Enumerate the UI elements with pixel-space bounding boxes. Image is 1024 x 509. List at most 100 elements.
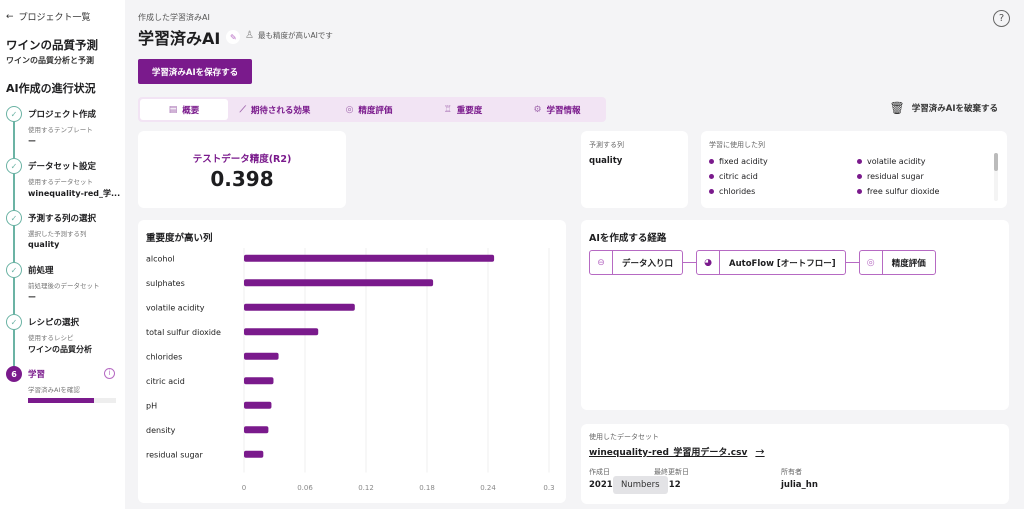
step-title: 前処理 [28,266,54,276]
step-title: データセット設定 [28,162,97,172]
page-title-text: 学習済みAI [138,29,221,48]
predict-column-card: 予測する列 quality [581,131,688,208]
check-icon: ✓ [6,314,22,330]
dataset-link[interactable]: winequality-red_学習用データ.csv → [589,445,1001,458]
route-connector [683,261,697,264]
pencil-icon[interactable]: ✎ [226,30,241,44]
route-card: AIを作成する経路 ⊖ データ入り口 ◕ AutoFlow [オートフロー] ◎ 精度… [581,220,1009,410]
entry-icon: ⊖ [590,251,613,274]
updated-date: 最終更新日 09 12 [654,467,781,490]
route-node-autoflow[interactable]: ◕ AutoFlow [オートフロー] [696,250,846,275]
step-preprocessing[interactable]: ✓ 前処理 前処理後のデータセットー [6,262,119,306]
importance-bar[interactable] [244,401,272,409]
dataset-name[interactable]: winequality-red_学習用データ.csv [589,445,747,458]
tab-label: 学習情報 [546,105,581,116]
owner-label: 所有者 [781,468,802,476]
columns-scrollbar[interactable] [994,153,998,201]
column-item: residual sugar [857,172,997,181]
project-subtitle: ワインの品質分析と予測 [6,56,94,65]
importance-bar[interactable] [244,352,279,360]
x-tick-label: 0.12 [358,484,374,492]
best-model-text: 最も精度が高いAIです [257,31,333,40]
check-icon: ✓ [6,262,22,278]
info-icon[interactable]: i [104,368,115,379]
column-name: residual sugar [867,172,924,181]
step-title: プロジェクト作成 [28,110,97,120]
updated-value: 09 12 [654,480,681,490]
category-label: volatile acidity [146,303,205,312]
step-target-column[interactable]: ✓ 予測する列の選択 選択した予測する列 quality [6,210,119,254]
route-flow: ⊖ データ入り口 ◕ AutoFlow [オートフロー] ◎ 精度評価 [589,250,1001,275]
project-title: ワインの品質予測 [6,38,98,52]
tab-bar: ▤ 概要 ⟋ 期待される効果 ◎ 精度評価 ♖ 重要度 ⚙ 学習情報 [138,97,606,122]
column-item: fixed acidity [709,157,857,166]
column-item: free sulfur dioxide [857,187,997,196]
training-columns-label: 学習に使用した列 [709,141,765,149]
bullet-icon [709,174,714,179]
category-label: citric acid [146,377,185,386]
column-item: citric acid [709,172,857,181]
x-tick-label: 0.18 [419,484,435,492]
step-title: 予測する列の選択 [28,214,97,224]
check-icon: ✓ [6,210,22,226]
column-name: volatile acidity [867,157,926,166]
dataset-label: 使用したデータセット [589,433,659,441]
tab-label: 期待される効果 [250,105,311,116]
category-label: chlorides [146,352,182,361]
arrow-right-icon: → [755,445,765,458]
tab-training-info[interactable]: ⚙ 学習情報 [510,99,604,120]
updated-label: 最終更新日 [654,468,689,476]
route-node-accuracy[interactable]: ◎ 精度評価 [858,250,936,275]
column-item: chlorides [709,187,857,196]
training-columns-card: 学習に使用した列 fixed acidity volatile acidity … [701,131,1007,208]
scrollbar-thumb[interactable] [994,153,998,171]
back-link[interactable]: ← プロジェクト一覧 [6,10,119,24]
step-label: 前処理後のデータセット [28,282,100,290]
importance-card: 重要度が高い列 0 0.06 0.12 0.18 0.24 0.3 alcohol sulph… [138,220,566,503]
step-value: winequality-red_学... [28,189,121,198]
step-recipe-selection[interactable]: ✓ レシピの選択 使用するレシピ ワインの品質分析 [6,314,119,358]
step-training[interactable]: 6 学習 学習済みAIを確認 i [6,366,119,410]
importance-bar[interactable] [244,450,264,458]
x-tick-label: 0 [242,484,246,492]
step-value: ワインの品質分析 [28,345,92,354]
tab-importance[interactable]: ♖ 重要度 [416,99,510,120]
step-number-badge: 6 [6,366,22,382]
check-icon: ✓ [6,106,22,122]
tab-expected-effect[interactable]: ⟋ 期待される効果 [228,99,322,120]
save-model-button[interactable]: 学習済みAIを保存する [138,59,252,84]
tab-accuracy[interactable]: ◎ 精度評価 [322,99,416,120]
x-tick-label: 0.24 [480,484,496,492]
best-model-badge: ♙ 最も精度が高いAIです [245,30,333,41]
route-node-data-entry[interactable]: ⊖ データ入り口 [589,250,684,275]
importance-bar[interactable] [244,377,274,385]
column-name: free sulfur dioxide [867,187,940,196]
breadcrumb[interactable]: 作成した学習済みAI [138,12,210,23]
document-icon: ▤ [168,104,178,115]
importance-bar[interactable] [244,254,495,262]
training-progress-bar [28,398,116,403]
importance-bar[interactable] [244,426,269,434]
node-label: AutoFlow [オートフロー] [729,258,836,269]
step-project-create[interactable]: ✓ プロジェクト作成 使用するテンプレートー [6,106,119,150]
importance-bar[interactable] [244,328,319,336]
tab-overview[interactable]: ▤ 概要 [140,99,228,120]
importance-bar[interactable] [244,303,355,311]
help-icon[interactable]: ? [993,10,1010,27]
step-label: 選択した予測する列 [28,230,87,238]
importance-bar[interactable] [244,279,434,287]
category-label: density [146,426,176,435]
line-chart-icon: ⟋ [239,104,246,115]
route-connector [845,261,859,264]
accuracy-label: テストデータ精度(R2) [192,154,292,165]
column-name: fixed acidity [719,157,768,166]
discard-model-button[interactable]: 🗑 学習済みAIを破棄する [890,101,998,115]
category-label: alcohol [146,254,175,263]
owner: 所有者 julia_hn [781,467,876,490]
step-dataset-setting[interactable]: ✓ データセット設定 使用するデータセット winequality-red_学... [6,158,121,202]
step-list: ✓ プロジェクト作成 使用するテンプレートー ✓ データセット設定 使用するデータセ… [6,106,121,410]
bullet-icon [857,159,862,164]
page-title: 学習済みAI ✎ [138,25,241,49]
bullet-icon [709,189,714,194]
trash-icon: 🗑 [889,101,905,115]
